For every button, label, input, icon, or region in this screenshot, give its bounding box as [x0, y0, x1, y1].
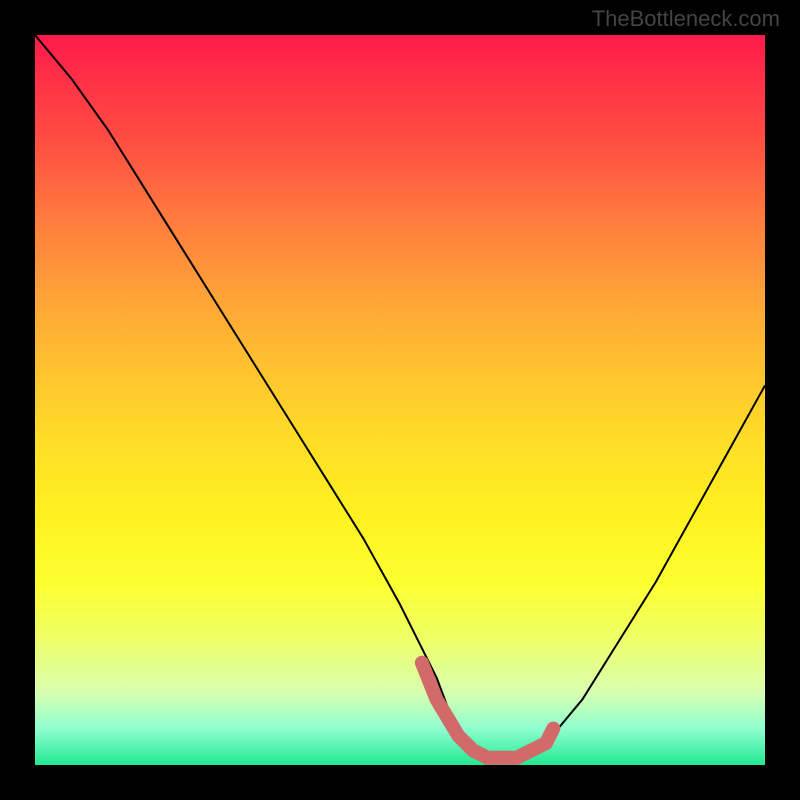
- attribution-text: TheBottleneck.com: [592, 6, 780, 32]
- optimal-range-highlight: [422, 663, 553, 758]
- bottleneck-curve: [35, 35, 765, 758]
- chart-container: [35, 35, 765, 765]
- chart-svg: [35, 35, 765, 765]
